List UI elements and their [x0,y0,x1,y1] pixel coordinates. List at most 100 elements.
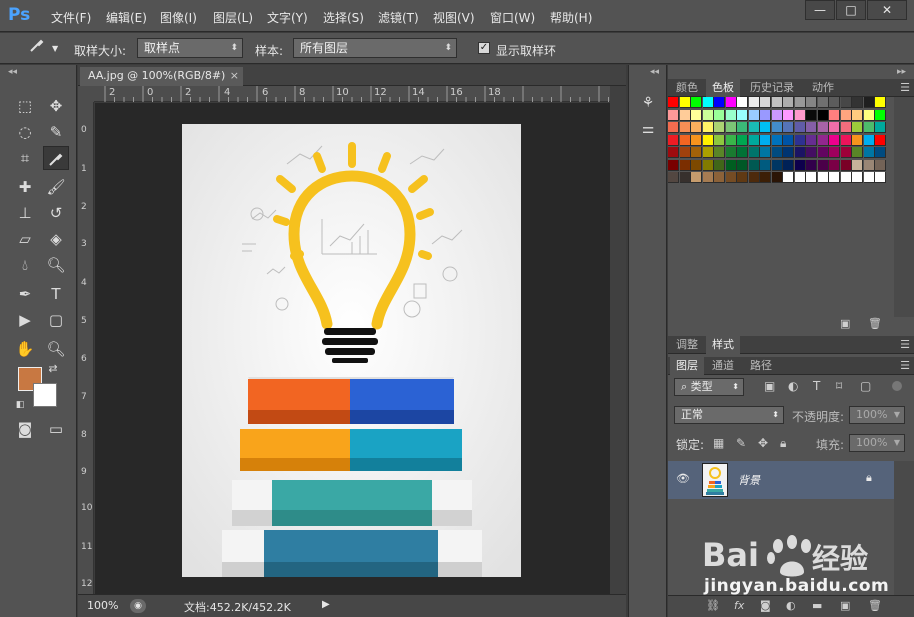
ruler-origin[interactable] [78,86,94,102]
layer-style-fx-icon[interactable]: fx [734,599,744,612]
color-swatch[interactable] [852,109,863,121]
layer-name[interactable]: 背景 [738,472,760,488]
color-swatch[interactable] [794,172,806,183]
lock-position-icon[interactable]: ✥ [758,436,768,450]
filter-type-icon[interactable]: T [813,379,820,393]
tab-channels[interactable]: 通道 [706,357,740,375]
color-swatch[interactable] [771,147,783,158]
color-swatch[interactable] [702,122,714,133]
delete-swatch-icon[interactable]: 🗑︎ [868,317,882,330]
collapse-panels-icon[interactable]: ▸▸ [897,67,906,77]
color-swatch[interactable] [817,134,829,146]
rectangle-shape-icon[interactable]: ▢ [43,308,69,332]
color-swatch[interactable] [817,147,829,158]
color-swatch[interactable] [691,122,702,133]
color-swatch[interactable] [679,97,691,108]
color-swatch[interactable] [840,134,852,146]
color-swatch[interactable] [783,122,794,133]
add-mask-icon[interactable]: ◙ [760,599,771,612]
blur-tool-icon[interactable]: 💧︎ [12,253,38,277]
color-swatch[interactable] [840,109,852,121]
eraser-tool-icon[interactable]: ▱ [12,227,38,251]
color-swatch[interactable] [691,172,702,183]
color-swatch[interactable] [714,97,725,108]
color-swatch[interactable] [840,159,852,171]
color-swatch[interactable] [691,109,702,121]
swatch-grid[interactable] [668,97,888,217]
eyedropper-tool-icon[interactable] [43,146,69,170]
color-swatch[interactable] [748,147,760,158]
screen-mode-icon[interactable]: ▭ [43,417,69,441]
color-swatch[interactable] [668,97,679,108]
color-swatch[interactable] [760,159,771,171]
color-swatch[interactable] [783,147,794,158]
delete-layer-icon[interactable]: 🗑︎ [868,599,882,612]
color-swatch[interactable] [829,97,840,108]
new-group-icon[interactable]: ▬ [812,599,822,612]
color-swatch[interactable] [852,122,863,133]
color-swatch[interactable] [794,97,806,108]
color-swatch[interactable] [725,109,737,121]
color-swatch[interactable] [679,159,691,171]
color-swatch[interactable] [771,172,783,183]
tab-paths[interactable]: 路径 [744,357,778,375]
tab-actions[interactable]: 动作 [806,79,840,97]
color-swatch[interactable] [806,122,817,133]
opacity-input[interactable]: 100% ▼ [849,406,905,424]
color-swatch[interactable] [737,97,748,108]
eye-icon[interactable]: 👁︎ [676,472,690,485]
new-adjustment-layer-icon[interactable]: ◐ [786,599,796,612]
color-swatch[interactable] [817,172,829,183]
color-swatch[interactable] [679,122,691,133]
color-swatch[interactable] [829,134,840,146]
color-swatch[interactable] [702,134,714,146]
color-swatch[interactable] [714,147,725,158]
color-swatch[interactable] [840,97,852,108]
color-swatch[interactable] [760,109,771,121]
color-swatch[interactable] [806,97,817,108]
color-swatch[interactable] [863,109,875,121]
color-swatch[interactable] [863,122,875,133]
color-swatch[interactable] [737,109,748,121]
color-swatch[interactable] [771,97,783,108]
color-swatch[interactable] [840,147,852,158]
color-swatch[interactable] [714,159,725,171]
quick-selection-icon[interactable]: ✎ [43,120,69,144]
color-swatch[interactable] [875,109,886,121]
color-swatch[interactable] [691,147,702,158]
color-swatch[interactable] [668,159,679,171]
color-swatch[interactable] [737,122,748,133]
crop-tool-icon[interactable]: ⌗ [12,146,38,170]
color-swatch[interactable] [714,172,725,183]
color-swatch[interactable] [760,172,771,183]
color-swatch[interactable] [691,134,702,146]
filter-toggle-icon[interactable] [892,381,902,391]
eyedropper-preset-icon[interactable] [24,36,50,60]
color-swatch[interactable] [829,147,840,158]
document-tab[interactable]: AA.jpg @ 100%(RGB/8#) × [80,67,243,86]
filter-adjustment-icon[interactable]: ◐ [788,379,798,393]
color-swatch[interactable] [817,97,829,108]
color-swatch[interactable] [748,159,760,171]
hand-tool-icon[interactable]: ✋ [12,337,38,361]
lock-image-icon[interactable]: ✎ [736,436,746,450]
show-sampling-ring-checkbox[interactable]: ✓ [478,42,490,54]
layer-filter-select[interactable]: ⌕ 类型 ⬍ [674,378,744,396]
color-swatch[interactable] [668,172,679,183]
color-swatch[interactable] [691,97,702,108]
color-swatch[interactable] [737,134,748,146]
color-swatch[interactable] [748,134,760,146]
color-swatch[interactable] [863,159,875,171]
clone-stamp-icon[interactable]: ⊥ [12,201,38,225]
filter-pixel-icon[interactable]: ▣ [764,379,775,393]
color-swatch[interactable] [748,97,760,108]
lock-transparent-icon[interactable]: ▦ [713,436,724,450]
color-swatch[interactable] [702,147,714,158]
vertical-scrollbar[interactable] [610,86,626,594]
menu-edit[interactable]: 编辑(E) [106,9,147,26]
color-swatch[interactable] [702,97,714,108]
color-swatch[interactable] [829,122,840,133]
background-color-swatch[interactable] [33,383,57,407]
color-swatch[interactable] [771,122,783,133]
panel-menu-icon[interactable]: ☰ [900,79,910,97]
